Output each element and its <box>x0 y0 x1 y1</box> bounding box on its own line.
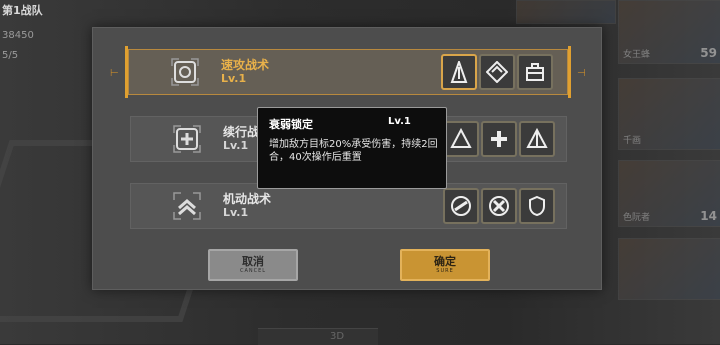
tactic-level: Lv.1 <box>221 72 247 85</box>
skill-prism-icon[interactable] <box>519 121 555 157</box>
skill-shield-icon[interactable] <box>519 188 555 224</box>
team-count: 5/5 <box>2 50 19 61</box>
tooltip-level: Lv.1 <box>388 116 411 127</box>
confirm-sublabel: SURE <box>436 267 454 274</box>
view-toggle: 3D <box>258 328 378 345</box>
skill-spike-icon[interactable] <box>441 54 477 90</box>
right-arrow-icon: ⊣ <box>577 68 586 79</box>
cancel-sublabel: CANCEL <box>239 267 267 274</box>
cancel-button[interactable]: 取消 CANCEL <box>208 249 298 281</box>
skill-plus-icon[interactable] <box>481 121 517 157</box>
confirm-button[interactable]: 确定 SURE <box>400 249 490 281</box>
roster-card[interactable] <box>516 0 616 24</box>
team-info: 第1战队 38450 5/5 <box>0 0 70 70</box>
roster-level: 14 <box>700 209 717 223</box>
crosshair-icon <box>169 56 201 88</box>
medic-cross-icon <box>171 123 203 155</box>
skill-wing-icon[interactable] <box>443 188 479 224</box>
skill-tooltip: 衰弱锁定 Lv.1 增加敌方目标20%承受伤害，持续2回合，40次操作后重置 <box>257 107 447 189</box>
roster-card[interactable]: 女王蜂 59 <box>618 0 720 64</box>
roster-card[interactable]: 色阮者 14 <box>618 160 720 227</box>
tactic-name: 机动战术 <box>223 192 272 206</box>
left-arrow-icon: ⊢ <box>110 68 119 79</box>
tactic-level: Lv.1 <box>223 206 249 219</box>
confirm-label: 确定 <box>434 254 456 268</box>
roster-level: 59 <box>700 46 717 60</box>
skill-diamond-icon[interactable] <box>479 54 515 90</box>
roster-name: 色阮者 <box>623 213 651 223</box>
skill-triangle-icon[interactable] <box>443 121 479 157</box>
tactic-row-1[interactable]: 速攻战术 Lv.1 <box>125 46 571 98</box>
roster-name: 千画 <box>623 136 642 146</box>
cancel-label: 取消 <box>242 254 264 268</box>
team-title: 第1战队 <box>2 4 43 17</box>
tactic-level: Lv.1 <box>223 139 249 152</box>
team-power: 38450 <box>2 30 34 41</box>
roster-card[interactable]: 千画 <box>618 78 720 150</box>
skill-cross-icon[interactable] <box>481 188 517 224</box>
tooltip-title: 衰弱锁定 <box>269 118 313 131</box>
skill-case-icon[interactable] <box>517 54 553 90</box>
roster-card[interactable] <box>618 238 720 300</box>
tactic-name: 速攻战术 <box>221 58 270 72</box>
tooltip-description: 增加敌方目标20%承受伤害，持续2回合，40次操作后重置 <box>269 139 438 163</box>
tactic-row-3[interactable]: 机动战术 Lv.1 <box>130 183 567 229</box>
roster-name: 女王蜂 <box>623 50 651 60</box>
tab-3d[interactable]: 3D <box>330 331 344 342</box>
tactic-name: 续行战 <box>223 125 260 139</box>
double-chevron-icon <box>171 190 203 222</box>
